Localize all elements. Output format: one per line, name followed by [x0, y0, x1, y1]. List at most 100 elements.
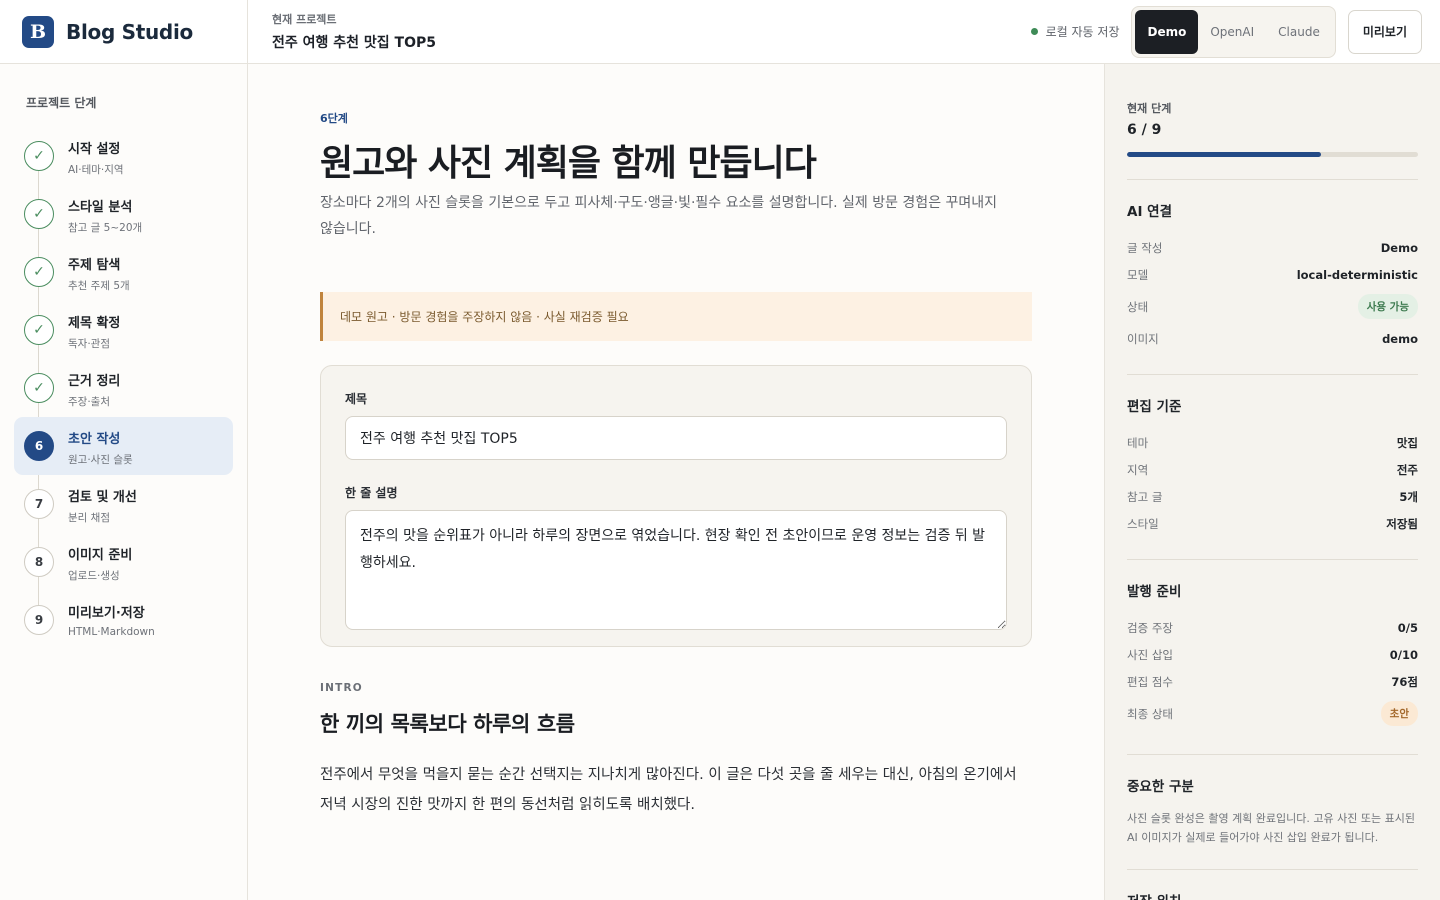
- row-value: 0/5: [1397, 620, 1418, 635]
- step-item-7[interactable]: 7 검토 및 개선분리 채점: [14, 475, 233, 533]
- preview-button[interactable]: 미리보기: [1347, 9, 1422, 54]
- step-item-6[interactable]: 6 초안 작성원고·사진 슬롯: [14, 417, 233, 475]
- step-item-8[interactable]: 8 이미지 준비 업로드·생성: [14, 533, 233, 591]
- project-label: 현재 프로젝트: [272, 13, 337, 26]
- step-number: 8: [24, 547, 54, 577]
- row-key: 모델: [1127, 267, 1149, 282]
- intro-tag: INTRO: [320, 682, 363, 694]
- row-key: 스타일: [1127, 516, 1159, 531]
- step-number: 9: [24, 605, 54, 635]
- step-sub: 주장·출처: [68, 396, 110, 408]
- row-key: 글 작성: [1127, 240, 1163, 255]
- step-number: 7: [24, 489, 54, 519]
- status-badge: 사용 가능: [1357, 294, 1418, 319]
- step-name: 근거 정리: [68, 374, 121, 389]
- progress-label: 현재 단계: [1127, 102, 1172, 115]
- row-key: 지역: [1127, 462, 1149, 477]
- check-icon: ✓: [24, 257, 54, 287]
- progress-bar-fill: [1127, 152, 1322, 157]
- divider: [1127, 869, 1418, 870]
- row-value: 저장됨: [1386, 516, 1418, 531]
- page-description: 장소마다 2개의 사진 슬롯을 기본으로 두고 피사체·구도·앵글·빛·필수 요…: [320, 195, 998, 237]
- ai-row-model: 모델 local-deterministic: [1127, 261, 1418, 288]
- status-badge: 초안: [1380, 701, 1418, 726]
- main-content: 6단계 원고와 사진 계획을 함께 만듭니다 장소마다 2개의 사진 슬롯을 기…: [248, 64, 1104, 900]
- demo-notice: 데모 원고 · 방문 경험을 주장하지 않음 · 사실 재검증 필요: [320, 292, 1032, 341]
- step-name: 초안 작성: [68, 432, 121, 447]
- title-field-label: 제목: [345, 392, 368, 406]
- row-value: demo: [1382, 331, 1418, 346]
- step-sub: AI·테마·지역: [68, 164, 124, 176]
- editorial-row-style: 스타일 저장됨: [1127, 510, 1418, 537]
- step-sub: 원고·사진 슬롯: [68, 454, 133, 466]
- step-name: 시작 설정: [68, 142, 121, 157]
- brand-name: Blog Studio: [66, 19, 193, 44]
- step-item-4[interactable]: ✓ 제목 확정 독자·관점: [14, 301, 233, 359]
- row-key: 최종 상태: [1127, 706, 1173, 721]
- step-name: 스타일 분석: [68, 200, 133, 215]
- editorial-row-region: 지역 전주: [1127, 456, 1418, 483]
- row-value: 맛집: [1396, 435, 1418, 450]
- sidebar-title: 프로젝트 단계: [26, 96, 97, 110]
- row-value: Demo: [1380, 240, 1418, 255]
- brand-logo-icon: B: [22, 15, 54, 48]
- publish-row-final: 최종 상태 초안: [1127, 695, 1418, 732]
- ai-row-writing: 글 작성 Demo: [1127, 234, 1418, 261]
- row-key: 검증 주장: [1127, 620, 1173, 635]
- draft-form-card: 제목 한 줄 설명 전주의 맛을 순위표가 아니라 하루의 장면으로 엮었습니다…: [320, 365, 1032, 647]
- top-bar: B Blog Studio 현재 프로젝트 전주 여행 추천 맛집 TOP5 로…: [0, 0, 1440, 64]
- title-input[interactable]: [345, 416, 1007, 460]
- step-list: ✓ 시작 설정 AI·테마·지역 ✓ 스타일 분석 참고 글 5~20개 ✓ 주제 …: [0, 127, 247, 649]
- editorial-row-references: 참고 글 5개: [1127, 483, 1418, 510]
- editorial-row-theme: 테마 맛집: [1127, 429, 1418, 456]
- row-value: 5개: [1399, 489, 1418, 504]
- important-note: 사진 슬롯 완성은 촬영 계획 완료입니다. 고유 사진 또는 표시된 AI 이…: [1127, 812, 1415, 844]
- project-name: 전주 여행 추천 맛집 TOP5: [272, 35, 436, 51]
- check-icon: ✓: [24, 141, 54, 171]
- step-item-5[interactable]: ✓ 근거 정리주장·출처: [14, 359, 233, 417]
- publish-row-score: 편집 점수 76점: [1127, 668, 1418, 695]
- row-value: 76점: [1391, 674, 1418, 689]
- provider-openai-button[interactable]: OpenAI: [1198, 10, 1266, 54]
- summary-field-label: 한 줄 설명: [345, 486, 398, 500]
- steps-sidebar: 프로젝트 단계 ✓ 시작 설정 AI·테마·지역 ✓ 스타일 분석 참고 글 5~2…: [0, 64, 248, 900]
- provider-demo-button[interactable]: Demo: [1135, 9, 1199, 54]
- step-number: 6: [24, 431, 54, 461]
- step-sub: 분리 채점: [68, 512, 110, 524]
- step-name: 제목 확정: [68, 316, 121, 331]
- step-item-2[interactable]: ✓ 스타일 분석 참고 글 5~20개: [14, 185, 233, 243]
- intro-body-editor[interactable]: 전주에서 무엇을 먹을지 묻는 순간 선택지는 지나치게 많아진다. 이 글은 …: [320, 760, 1032, 900]
- step-sub: 추천 주제 5개: [68, 280, 130, 292]
- publish-row-photos: 사진 삽입 0/10: [1127, 641, 1418, 668]
- summary-textarea[interactable]: 전주의 맛을 순위표가 아니라 하루의 장면으로 엮었습니다. 현장 확인 전 …: [345, 510, 1007, 630]
- row-key: 테마: [1127, 435, 1149, 450]
- progress-bar: [1127, 152, 1418, 157]
- provider-claude-button[interactable]: Claude: [1266, 10, 1332, 54]
- save-status: 로컬 자동 저장: [1030, 23, 1119, 40]
- current-project: 현재 프로젝트 전주 여행 추천 맛집 TOP5: [248, 11, 1031, 52]
- step-sub: HTML·Markdown: [68, 626, 155, 638]
- row-value: local-deterministic: [1296, 267, 1418, 282]
- page-title: 원고와 사진 계획을 함께 만듭니다: [320, 143, 817, 184]
- divider: [1127, 179, 1418, 180]
- status-dot-icon: [1030, 28, 1038, 35]
- check-icon: ✓: [24, 199, 54, 229]
- step-sub: 업로드·생성: [68, 570, 120, 582]
- step-tag: 6단계: [320, 112, 348, 125]
- row-key: 이미지: [1127, 331, 1159, 346]
- step-item-1[interactable]: ✓ 시작 설정 AI·테마·지역: [14, 127, 233, 185]
- publish-section-heading: 발행 준비: [1127, 584, 1182, 600]
- step-name: 주제 탐색: [68, 258, 121, 273]
- step-name: 검토 및 개선: [68, 490, 137, 505]
- brand[interactable]: B Blog Studio: [0, 0, 248, 64]
- ai-section-heading: AI 연결: [1127, 204, 1173, 220]
- row-value: 0/10: [1389, 647, 1418, 662]
- divider: [1127, 559, 1418, 560]
- step-item-3[interactable]: ✓ 주제 탐색추천 주제 5개: [14, 243, 233, 301]
- ai-row-image: 이미지 demo: [1127, 325, 1418, 352]
- check-icon: ✓: [24, 373, 54, 403]
- editorial-section-heading: 편집 기준: [1127, 399, 1182, 415]
- divider: [1127, 374, 1418, 375]
- progress-text: 6 / 9: [1127, 122, 1162, 138]
- step-item-9[interactable]: 9 미리보기·저장 HTML·Markdown: [14, 591, 233, 649]
